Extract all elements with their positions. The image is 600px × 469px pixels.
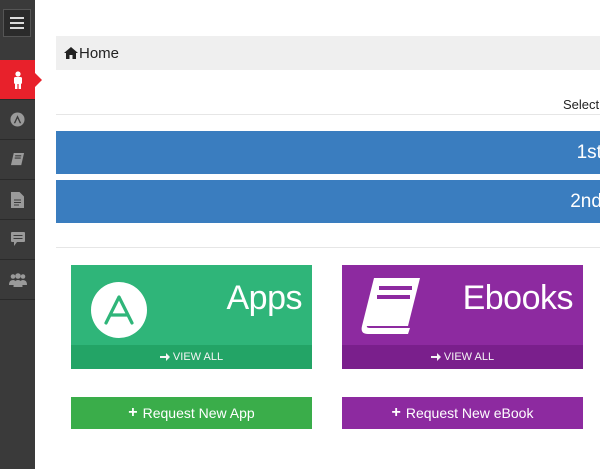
comment-icon [10, 232, 25, 246]
hamburger-line-icon [10, 17, 24, 19]
view-all-label: VIEW ALL [443, 351, 495, 363]
grade-bar-1st[interactable]: 1st G [56, 131, 600, 174]
apps-tile-header: Apps [71, 265, 312, 345]
document-icon [11, 191, 24, 208]
group-icon [8, 272, 27, 287]
grade-bar-2nd[interactable]: 2nd G [56, 180, 600, 223]
app-store-icon [10, 112, 25, 127]
ebooks-view-all-link[interactable]: VIEW ALL [342, 345, 583, 369]
request-new-ebook-label: Request New eBook [405, 405, 534, 421]
request-new-app-label: Request New App [142, 405, 255, 421]
book-icon [361, 278, 420, 334]
arrow-right-icon [430, 353, 441, 361]
app-store-a-icon [104, 295, 134, 325]
home-icon [64, 47, 78, 59]
hamburger-line-icon [10, 22, 24, 24]
ebooks-tile-header: Ebooks [342, 265, 583, 345]
apps-tile-title: Apps [226, 279, 303, 317]
sidebar-item-documents[interactable] [0, 180, 35, 220]
request-new-ebook-button[interactable]: + Request New eBook [342, 397, 583, 429]
sidebar [0, 0, 42, 469]
sidebar-item-profile[interactable] [0, 60, 42, 100]
divider [56, 247, 600, 248]
menu-toggle-button[interactable] [3, 9, 31, 37]
view-all-label: VIEW ALL [172, 351, 224, 363]
apps-tile[interactable]: Apps VIEW ALL [71, 265, 312, 369]
plus-icon: + [128, 404, 138, 421]
app-store-icon [91, 282, 147, 338]
plus-icon: + [391, 404, 401, 421]
sidebar-item-ebooks[interactable] [0, 140, 35, 180]
apps-view-all-link[interactable]: VIEW ALL [71, 345, 312, 369]
ebooks-tile[interactable]: Ebooks VIEW ALL [342, 265, 583, 369]
breadcrumb: Home [56, 36, 600, 70]
book-icon [10, 152, 25, 166]
hamburger-line-icon [10, 27, 24, 29]
sidebar-item-apps[interactable] [0, 100, 35, 140]
grade-label: 2nd G [570, 190, 600, 212]
ebooks-tile-title: Ebooks [462, 279, 574, 317]
breadcrumb-home-link[interactable]: Home [79, 45, 119, 62]
divider [56, 114, 600, 115]
sidebar-item-groups[interactable] [0, 260, 35, 300]
arrow-right-icon [159, 353, 170, 361]
person-icon [13, 70, 22, 89]
request-new-app-button[interactable]: + Request New App [71, 397, 312, 429]
grade-label: 1st G [576, 141, 600, 163]
select-grade-label: Select a [563, 97, 600, 112]
main-content: Home Select a 1st G 2nd G Apps VIEW ALL [35, 0, 600, 469]
sidebar-item-messages[interactable] [0, 220, 35, 260]
